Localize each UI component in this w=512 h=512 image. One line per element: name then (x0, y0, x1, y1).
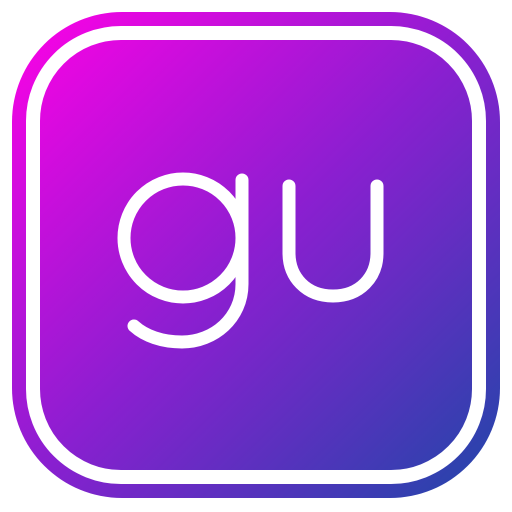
app-icon-canvas (0, 0, 512, 512)
gu-app-logo-icon (12, 12, 500, 498)
outer-gradient-tile (12, 12, 500, 498)
